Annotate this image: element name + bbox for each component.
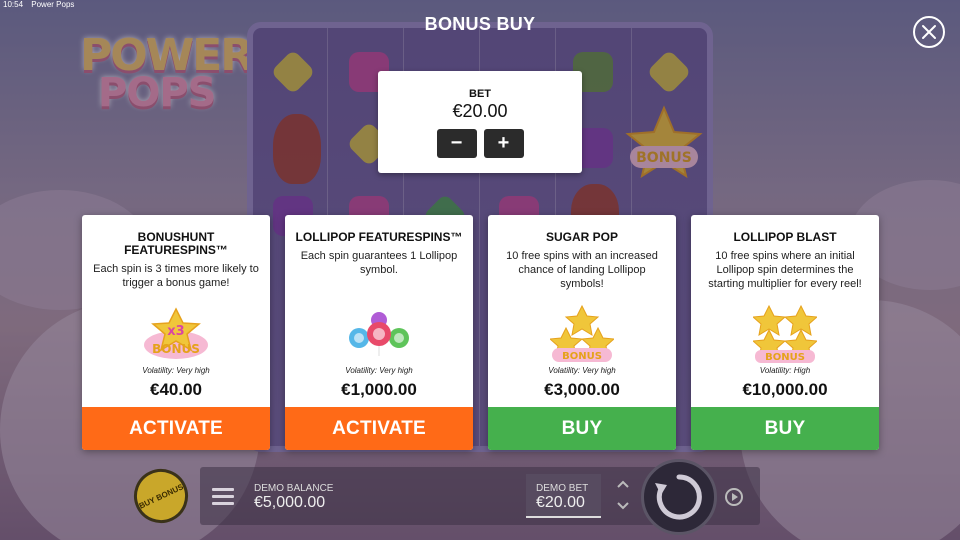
close-button[interactable] <box>913 16 945 48</box>
option-description: Each spin guarantees 1 Lollipop symbol. <box>300 250 458 276</box>
close-icon <box>922 25 936 39</box>
volatility-label: Volatility: High <box>759 366 811 375</box>
bonus-art-text: BONUS <box>562 351 602 362</box>
option-price: €3,000.00 <box>544 380 620 399</box>
three-bonus-stars-icon: BONUS <box>488 304 676 365</box>
bet-label: BET <box>469 88 491 100</box>
x3-multiplier-text: x3 <box>167 324 184 339</box>
spin-button[interactable] <box>641 459 717 535</box>
option-description: Each spin is 3 times more likely to trig… <box>93 263 259 289</box>
buy-button[interactable]: BUY <box>691 407 879 450</box>
bet-panel: BET €20.00 − + <box>378 71 582 173</box>
option-title: SUGAR POP <box>545 230 618 244</box>
bet-value: €20.00 <box>452 101 508 121</box>
autoplay-icon[interactable] <box>724 487 744 507</box>
option-title: LOLLIPOP FEATURESPINS™ <box>295 230 463 244</box>
increase-bet-button[interactable]: + <box>483 129 524 158</box>
demo-bet-value: €20.00 <box>536 494 585 511</box>
option-description: 10 free spins with an increased chance o… <box>506 250 658 290</box>
chevron-up-icon[interactable] <box>614 478 632 492</box>
demo-bet-label: DEMO BET <box>536 483 589 494</box>
buy-button[interactable]: BUY <box>488 407 676 450</box>
demo-balance-value: €5,000.00 <box>254 494 326 511</box>
option-card-bonushunt: BONUSHUNT FEATURESPINS™ Each spin is 3 t… <box>82 215 270 450</box>
option-price: €10,000.00 <box>742 380 828 399</box>
option-price: €40.00 <box>150 380 202 399</box>
chevron-down-icon[interactable] <box>614 500 632 514</box>
option-description: 10 free spins where an initial Lollipop … <box>708 250 862 290</box>
option-card-lollipop-blast: LOLLIPOP BLAST 10 free spins where an in… <box>691 215 879 450</box>
option-card-sugar-pop: SUGAR POP 10 free spins with an increase… <box>488 215 676 450</box>
system-status-bar: 10:54 Power Pops <box>0 0 80 12</box>
volatility-label: Volatility: Very high <box>548 366 616 375</box>
spin-icon <box>655 474 702 520</box>
bonus-art-text: BONUS <box>765 352 805 363</box>
option-title: LOLLIPOP BLAST <box>733 230 837 244</box>
decrease-bet-button[interactable]: − <box>436 129 477 158</box>
volatility-label: Volatility: Very high <box>345 366 413 375</box>
bonus-art-text: BONUS <box>152 342 200 356</box>
volatility-label: Volatility: Very high <box>142 366 210 375</box>
bet-stepper: − + <box>378 129 582 158</box>
lollipops-icon <box>285 305 473 365</box>
window-title: Power Pops <box>31 0 75 9</box>
clock: 10:54 <box>3 0 24 9</box>
demo-balance-label: DEMO BALANCE <box>254 483 334 494</box>
option-title: BONUSHUNT FEATURESPINS™ <box>124 230 228 257</box>
menu-icon[interactable] <box>212 488 234 506</box>
option-card-lollipop-featurespins: LOLLIPOP FEATURESPINS™ Each spin guarant… <box>285 215 473 450</box>
option-price: €1,000.00 <box>341 380 417 399</box>
x3-bonus-icon: x3 BONUS <box>82 305 270 365</box>
dialog-title: BONUS BUY <box>424 14 536 34</box>
activate-button[interactable]: ACTIVATE <box>82 407 270 450</box>
activate-button[interactable]: ACTIVATE <box>285 407 473 450</box>
four-bonus-stars-icon: BONUS <box>691 304 879 365</box>
